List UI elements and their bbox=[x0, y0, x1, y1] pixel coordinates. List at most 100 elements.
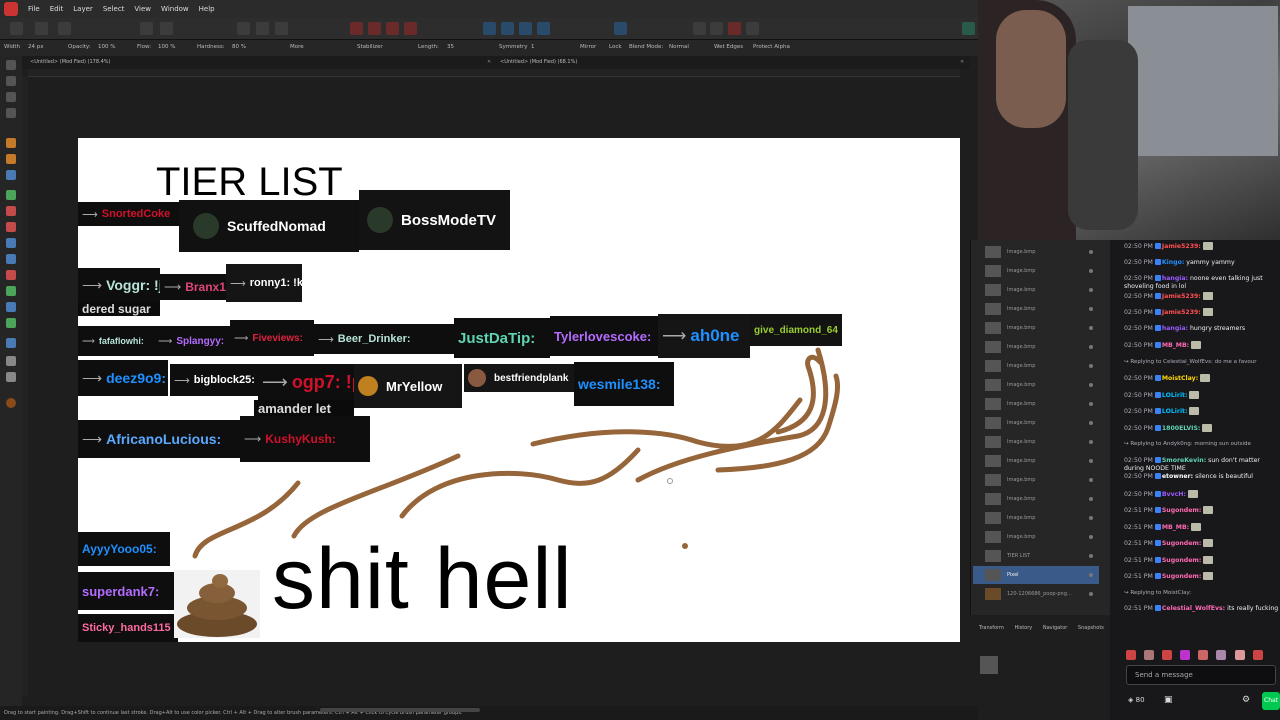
width-field[interactable]: 24 px bbox=[28, 44, 44, 50]
blend-mode-select[interactable]: Normal bbox=[669, 44, 689, 50]
layer-row[interactable]: Image.bmp bbox=[973, 414, 1099, 432]
wet-edges-checkbox[interactable]: Wet Edges bbox=[714, 44, 743, 50]
selection-icon[interactable] bbox=[350, 22, 363, 35]
emote-icon[interactable] bbox=[1234, 650, 1245, 660]
stabilizer-checkbox[interactable]: Stabilizer bbox=[357, 44, 383, 50]
layer-visibility-icon[interactable] bbox=[1089, 535, 1093, 539]
menu-view[interactable]: View bbox=[134, 5, 151, 13]
chat-username[interactable]: 1800ELVIS: bbox=[1162, 425, 1201, 432]
lock-checkbox[interactable]: Lock bbox=[609, 44, 622, 50]
chat-username[interactable]: MoistClay: bbox=[1162, 375, 1198, 382]
tab-document-1[interactable]: <Untitled> (Mod Fied) (178.4%) bbox=[30, 59, 111, 65]
chat-username[interactable]: MB_MB: bbox=[1162, 524, 1189, 531]
emote-icon[interactable] bbox=[1180, 650, 1191, 660]
move-tool-icon[interactable] bbox=[6, 60, 16, 70]
menu-help[interactable]: Help bbox=[199, 5, 215, 13]
emote-icon[interactable] bbox=[1216, 650, 1227, 660]
clone-tool-icon[interactable] bbox=[6, 270, 16, 280]
marquee-tool-icon[interactable] bbox=[6, 92, 16, 102]
gear-icon[interactable] bbox=[160, 22, 173, 35]
chat-username[interactable]: Sugondem: bbox=[1162, 557, 1202, 564]
symmetry-field[interactable]: 1 bbox=[531, 44, 535, 50]
layer-row[interactable]: Image.bmp bbox=[973, 281, 1099, 299]
chat-input[interactable]: Send a message bbox=[1126, 665, 1276, 685]
more-button[interactable]: More bbox=[290, 44, 304, 50]
menu-select[interactable]: Select bbox=[103, 5, 125, 13]
layer-row[interactable]: Image.bmp bbox=[973, 509, 1099, 527]
flip-icon[interactable] bbox=[614, 22, 627, 35]
color-swatch-icon[interactable] bbox=[6, 398, 16, 408]
chat-username[interactable]: Jamie5239: bbox=[1162, 293, 1201, 300]
layer-visibility-icon[interactable] bbox=[1089, 497, 1093, 501]
chat-username[interactable]: SmoreKevin: bbox=[1162, 457, 1206, 464]
align-left-icon[interactable] bbox=[483, 22, 496, 35]
layer-visibility-icon[interactable] bbox=[1089, 440, 1093, 444]
horizontal-scrollbar[interactable] bbox=[320, 708, 480, 712]
layer-visibility-icon[interactable] bbox=[1089, 554, 1093, 558]
chat-username[interactable]: MB_MB: bbox=[1162, 342, 1189, 349]
layer-visibility-icon[interactable] bbox=[1089, 307, 1093, 311]
chat-username[interactable]: Sugondem: bbox=[1162, 573, 1202, 580]
align-center-icon[interactable] bbox=[501, 22, 514, 35]
gradient-tool-icon[interactable] bbox=[6, 254, 16, 264]
layer-row[interactable]: Pixel bbox=[973, 566, 1099, 584]
auto-levels-icon[interactable] bbox=[237, 22, 250, 35]
chat-username[interactable]: Celestial_WolfEvs: bbox=[1162, 605, 1225, 612]
shape-tool-icon[interactable] bbox=[6, 318, 16, 328]
layer-visibility-icon[interactable] bbox=[1089, 402, 1093, 406]
chat-username[interactable]: BvvcH: bbox=[1162, 491, 1186, 498]
layer-visibility-icon[interactable] bbox=[1089, 421, 1093, 425]
chat-username[interactable]: hangia: bbox=[1162, 325, 1188, 332]
settings-icon[interactable] bbox=[140, 22, 153, 35]
erase-brush-icon[interactable] bbox=[6, 222, 16, 232]
zoom-tool-icon[interactable] bbox=[6, 372, 16, 382]
layer-row[interactable]: Image.bmp bbox=[973, 471, 1099, 489]
chat-username[interactable]: LOLirit: bbox=[1162, 392, 1188, 399]
layer-visibility-icon[interactable] bbox=[1089, 459, 1093, 463]
layer-visibility-icon[interactable] bbox=[1089, 592, 1093, 596]
mirror-checkbox[interactable]: Mirror bbox=[580, 44, 596, 50]
chat-username[interactable]: Kingo: bbox=[1162, 259, 1184, 266]
layer-visibility-icon[interactable] bbox=[1089, 364, 1093, 368]
emote-icon[interactable] bbox=[1198, 650, 1209, 660]
layer-visibility-icon[interactable] bbox=[1089, 326, 1093, 330]
dodge-tool-icon[interactable] bbox=[6, 286, 16, 296]
paint-brush-icon[interactable] bbox=[6, 206, 16, 216]
selection-brush-icon[interactable] bbox=[6, 138, 16, 148]
grid-icon[interactable] bbox=[693, 22, 706, 35]
layer-row[interactable]: Image.bmp bbox=[973, 262, 1099, 280]
healing-brush-icon[interactable] bbox=[6, 190, 16, 200]
gift-icon[interactable]: ▣ bbox=[1164, 695, 1173, 705]
menu-layer[interactable]: Layer bbox=[73, 5, 93, 13]
layer-row[interactable]: Image.bmp bbox=[973, 433, 1099, 451]
persona-develop-icon[interactable] bbox=[58, 22, 71, 35]
pen-tool-icon[interactable] bbox=[6, 302, 16, 312]
chat-username[interactable]: Jamie5239: bbox=[1162, 243, 1201, 250]
emote-icon[interactable] bbox=[1126, 650, 1136, 660]
eyedropper-icon[interactable] bbox=[6, 170, 16, 180]
emote-icon[interactable] bbox=[1144, 650, 1155, 660]
chat-username[interactable]: hangia: bbox=[1162, 275, 1188, 282]
tab-snapshots[interactable]: Snapshots bbox=[1078, 625, 1104, 631]
layer-row[interactable]: Image.bmp bbox=[973, 490, 1099, 508]
flow-field[interactable]: 100 % bbox=[158, 44, 175, 50]
chat-username[interactable]: LOLirit: bbox=[1162, 408, 1188, 415]
emote-icon[interactable] bbox=[1252, 650, 1263, 660]
align-top-icon[interactable] bbox=[537, 22, 550, 35]
chat-username[interactable]: Sugondem: bbox=[1162, 507, 1202, 514]
layer-row[interactable]: Image.bmp bbox=[973, 376, 1099, 394]
snap-icon[interactable] bbox=[710, 22, 723, 35]
menu-edit[interactable]: Edit bbox=[50, 5, 64, 13]
layer-visibility-icon[interactable] bbox=[1089, 345, 1093, 349]
menu-window[interactable]: Window bbox=[161, 5, 189, 13]
account-icon[interactable] bbox=[962, 22, 975, 35]
channel-points[interactable]: ◈ 80 bbox=[1128, 696, 1145, 704]
auto-color-icon[interactable] bbox=[275, 22, 288, 35]
crop-tool-icon[interactable] bbox=[6, 108, 16, 118]
tab-document-2[interactable]: <Untitled> (Mod Fied) (68.1%) bbox=[500, 59, 577, 65]
text-tool-icon[interactable] bbox=[6, 338, 16, 348]
selection-add-icon[interactable] bbox=[368, 22, 381, 35]
layer-row[interactable]: 120-1206686_poop-png... bbox=[973, 585, 1099, 603]
record-icon[interactable] bbox=[728, 22, 741, 35]
flood-select-icon[interactable] bbox=[6, 154, 16, 164]
